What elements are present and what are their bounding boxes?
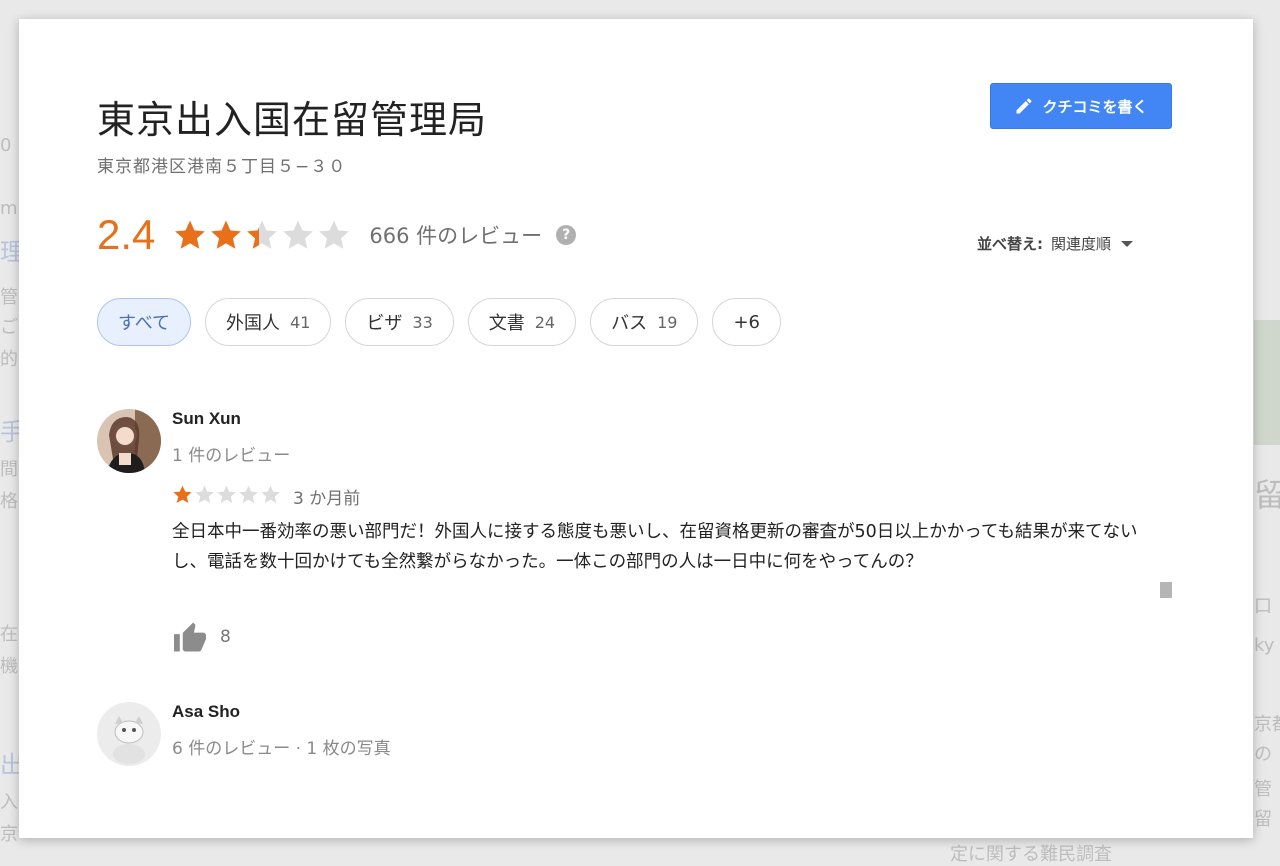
place-title: 東京出入国在留管理局: [97, 98, 488, 142]
filter-chip-document[interactable]: 文書 24: [467, 298, 577, 346]
sort-label: 並べ替え:: [977, 235, 1043, 253]
reviewer-name[interactable]: Sun Xun: [172, 409, 241, 429]
star-icon: [239, 485, 258, 503]
background-fragment: 0: [0, 135, 12, 156]
filter-chip-foreigner[interactable]: 外国人 41: [205, 298, 332, 346]
star-icon: [173, 485, 192, 503]
background-fragment: 京都: [1254, 714, 1280, 735]
background-fragment: 口: [1254, 596, 1272, 617]
rating-stars: [173, 218, 351, 252]
reviewer-meta: 6 件のレビュー · 1 枚の写真: [172, 739, 391, 759]
rating-score: 2.4: [97, 211, 156, 258]
chip-count: 33: [412, 312, 433, 332]
background-fragment: m: [0, 198, 18, 219]
place-address: 東京都港区港南５丁目５−３０: [97, 157, 347, 177]
star-icon: [211, 220, 242, 249]
background-fragment: 留: [1254, 476, 1280, 514]
background-fragment: の: [1254, 744, 1272, 765]
reviews-dialog: 東京出入国在留管理局 東京都港区港南５丁目５−３０ クチコミを書く 2.4 66…: [19, 19, 1253, 838]
chip-count: 19: [657, 312, 678, 332]
review-count: 666 件のレビュー: [369, 224, 543, 248]
filter-chip-all[interactable]: すべて: [97, 298, 192, 346]
background-fragment: 在: [0, 624, 18, 645]
more-options-handle[interactable]: [1160, 582, 1172, 598]
background-fragment: 的: [0, 349, 18, 370]
background-image: [1254, 320, 1280, 445]
review-date: 3 か月前: [293, 489, 361, 509]
sort-dropdown[interactable]: 並べ替え: 関連度順: [977, 233, 1134, 254]
chip-count: 24: [534, 312, 556, 332]
background-fragment: 留: [1254, 809, 1272, 830]
star-icon: [261, 485, 280, 503]
star-icon: [247, 220, 278, 249]
chip-label: ビザ: [366, 313, 403, 334]
avatar[interactable]: [97, 702, 161, 766]
reviewer-meta: 1 件のレビュー: [172, 446, 291, 466]
filter-chip-bus[interactable]: バス 19: [590, 298, 699, 346]
background-fragment: 管: [1254, 779, 1272, 800]
background-fragment: 間: [0, 459, 18, 480]
star-icon: [283, 220, 314, 249]
filter-chips: すべて 外国人 41 ビザ 33 文書 24 バス 19 +6: [97, 298, 782, 346]
star-icon: [195, 485, 214, 503]
reviewer-name[interactable]: Asa Sho: [172, 702, 240, 722]
chip-count: 41: [290, 312, 311, 332]
chip-label: 文書: [488, 313, 525, 334]
rating-summary: 2.4 666 件のレビュー ?: [97, 211, 577, 259]
sort-value: 関連度順: [1051, 235, 1112, 253]
chip-label: すべて: [118, 313, 171, 334]
background-fragment: 管: [0, 287, 18, 308]
like-button[interactable]: 8: [172, 621, 231, 653]
star-icon: [319, 220, 350, 249]
pencil-icon: [1016, 98, 1032, 114]
background-fragment: ご: [0, 317, 18, 338]
avatar[interactable]: [97, 409, 161, 473]
filter-chip-visa[interactable]: ビザ 33: [345, 298, 454, 346]
star-icon: [217, 485, 236, 503]
background-fragment: 京: [0, 824, 18, 845]
star-icon: [175, 220, 206, 249]
background-fragment: 格: [0, 491, 18, 512]
write-review-label: クチコミを書く: [1042, 97, 1148, 116]
write-review-button[interactable]: クチコミを書く: [990, 83, 1172, 129]
review-stars: [172, 484, 281, 505]
like-count: 8: [220, 627, 231, 647]
review-text: 全日本中一番効率の悪い部門だ！外国人に接する態度も悪いし、在留資格更新の審査が5…: [172, 522, 1138, 572]
review-item: Asa Sho 6 件のレビュー · 1 枚の写真: [97, 702, 1167, 792]
chip-label: 外国人: [226, 313, 281, 334]
chip-label: +6: [733, 311, 761, 333]
thumbs-up-icon: [174, 622, 206, 652]
chevron-down-icon: [1121, 240, 1134, 247]
background-fragment: ky: [1254, 635, 1275, 656]
help-icon[interactable]: ?: [556, 225, 577, 245]
background-fragment: 機: [0, 656, 18, 677]
review-item: Sun Xun 1 件のレビュー 3 か月前 全日本中一番効率の悪い部門だ！外国…: [97, 409, 1167, 669]
filter-chip-more[interactable]: +6: [712, 298, 782, 346]
chip-label: バス: [611, 313, 648, 334]
background-fragment: 定に関する難民調査: [950, 844, 1112, 865]
background-fragment: 入: [0, 792, 18, 813]
